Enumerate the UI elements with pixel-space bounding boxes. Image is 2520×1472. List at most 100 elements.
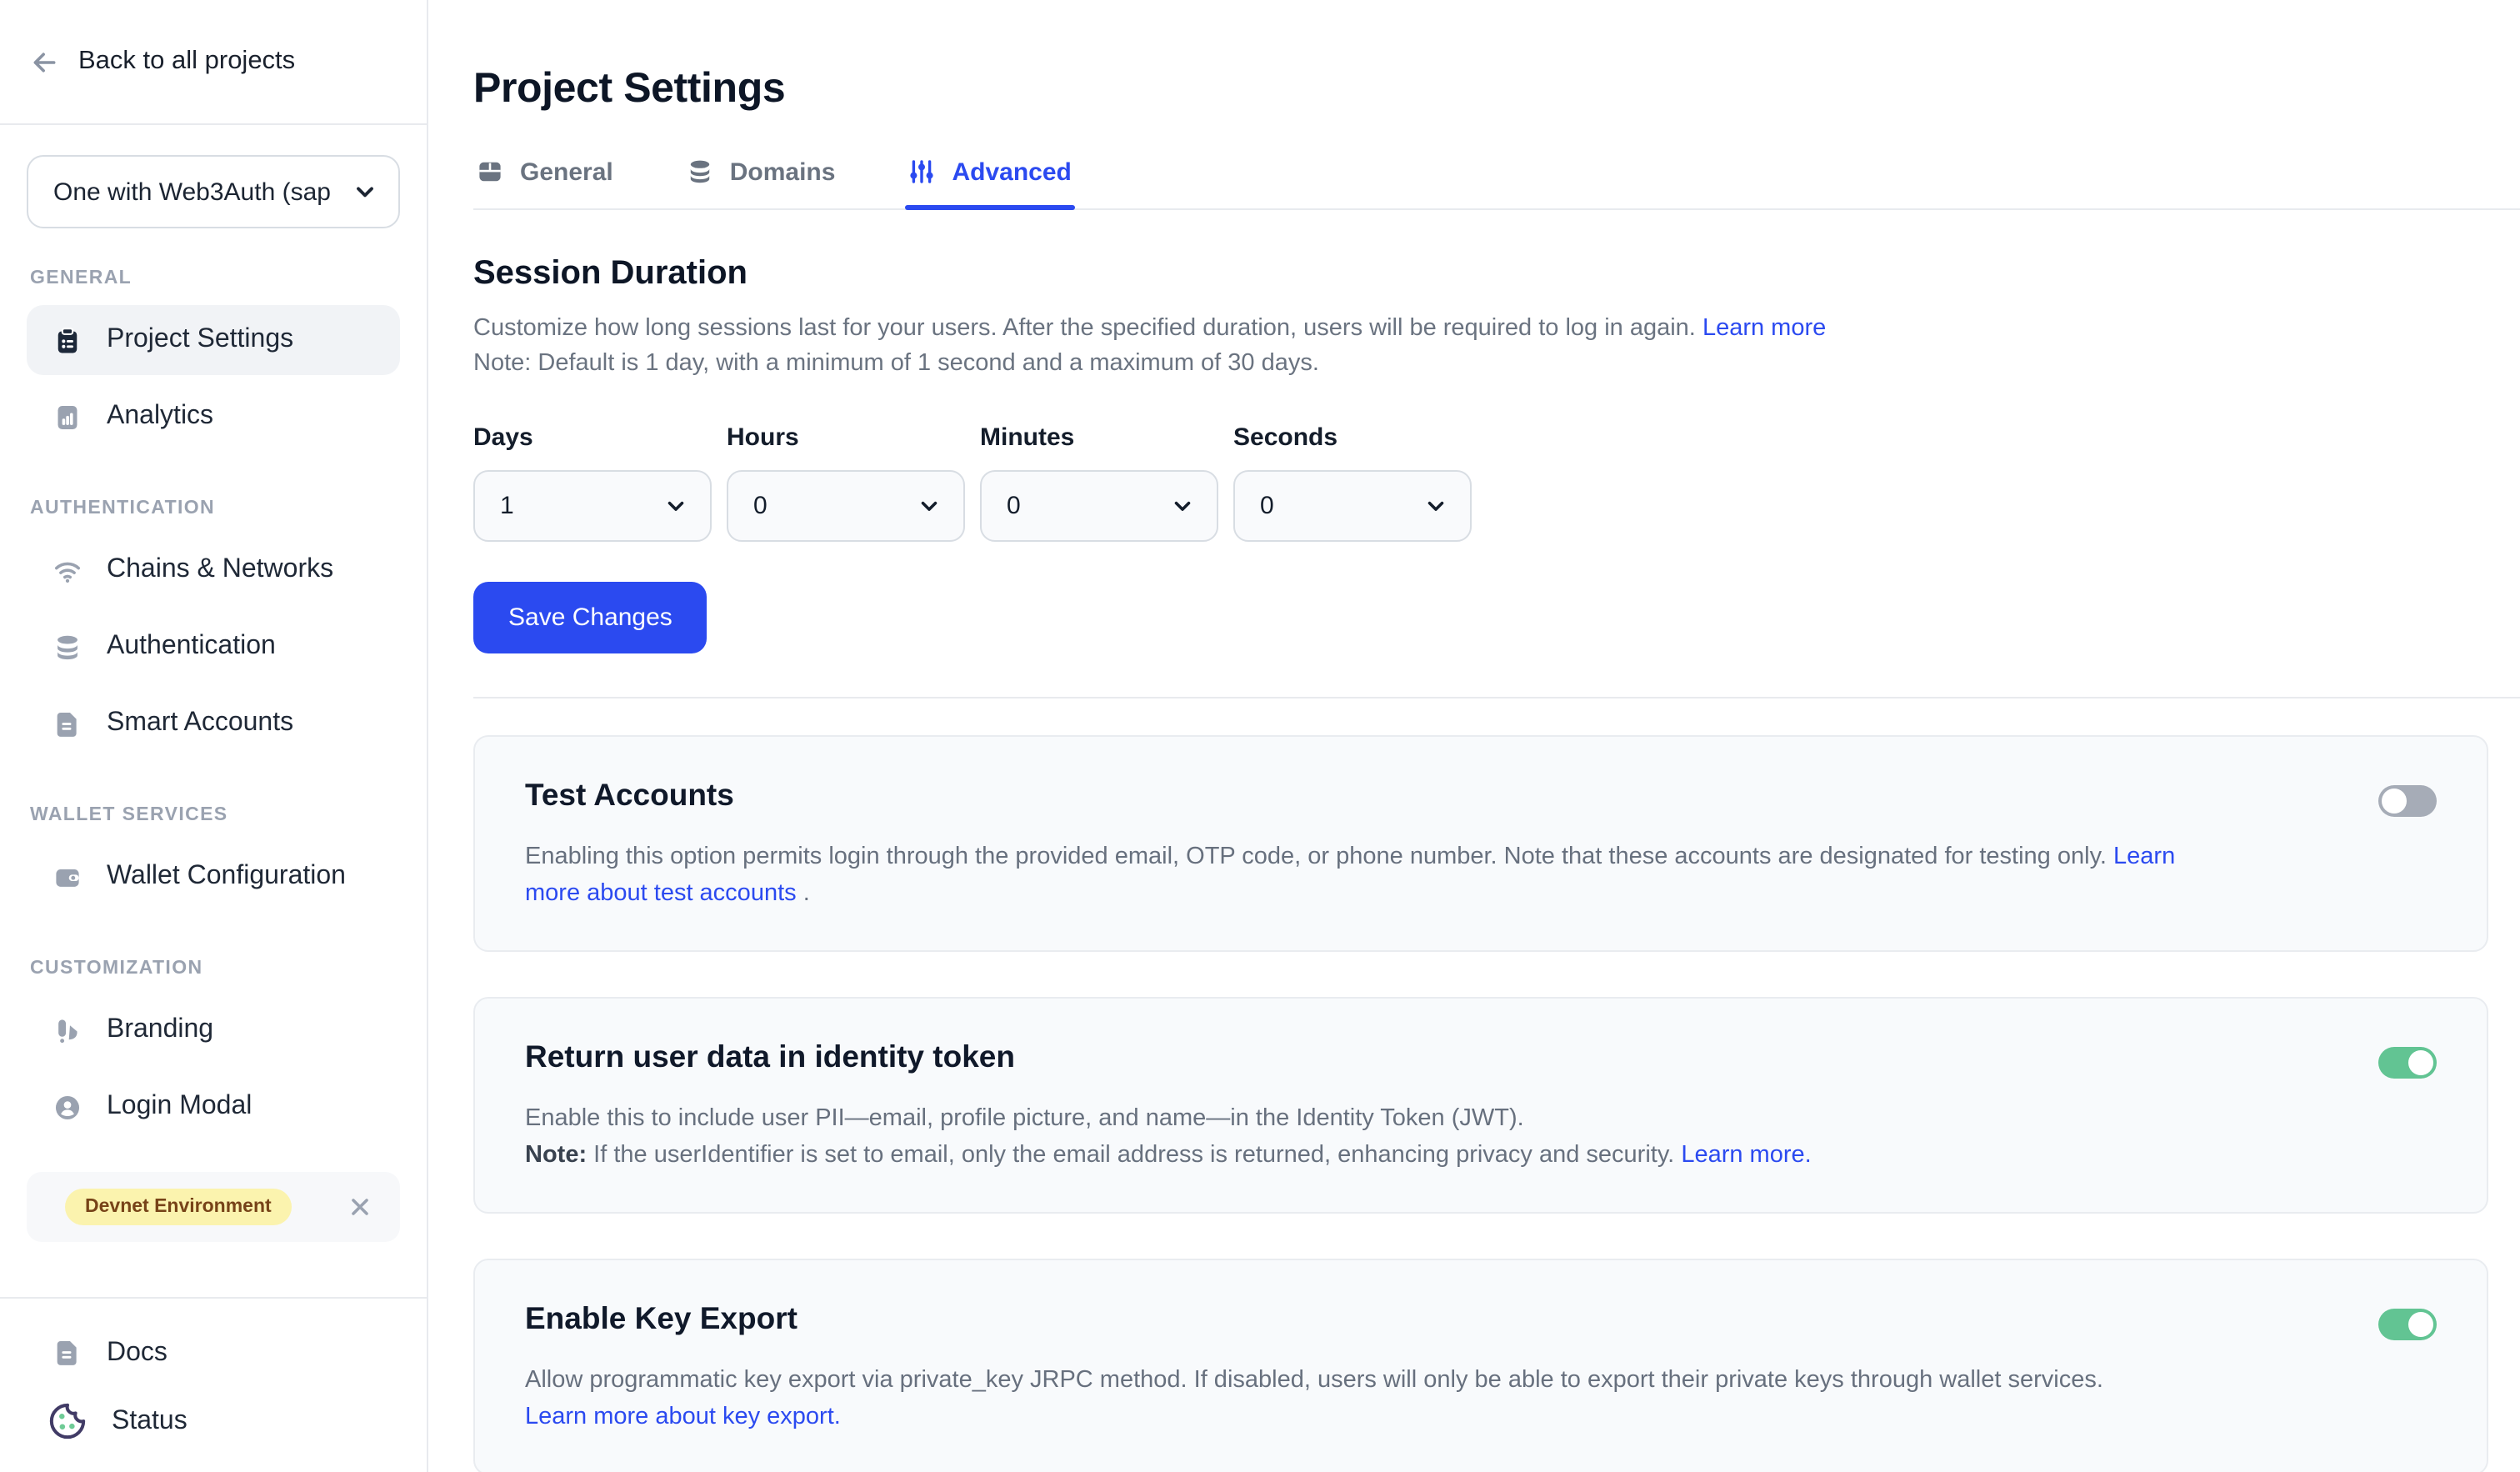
seconds-select[interactable]: 0 bbox=[1233, 470, 1472, 542]
environment-badge: Devnet Environment bbox=[65, 1189, 292, 1225]
card-body-line2: Note: If the userIdentifier is set to em… bbox=[525, 1137, 2192, 1174]
toggle-knob bbox=[2408, 1312, 2433, 1337]
sliders-icon bbox=[908, 158, 935, 185]
tab-bar: General Domains Advanced bbox=[473, 154, 2520, 209]
app-window: Back to all projects One with Web3Auth (… bbox=[0, 0, 2520, 1472]
cookie-status-icon bbox=[48, 1402, 87, 1440]
sidebar-item-chains-networks[interactable]: Chains & Networks bbox=[27, 535, 400, 605]
days-field: Days 1 bbox=[473, 423, 712, 542]
card-body-line1: Allow programmatic key export via privat… bbox=[525, 1362, 2192, 1399]
section-label-customization: CUSTOMIZATION bbox=[30, 959, 400, 979]
tab-general[interactable]: General bbox=[473, 154, 617, 208]
back-label: Back to all projects bbox=[78, 47, 295, 77]
card-body-suffix: . bbox=[797, 880, 810, 907]
sidebar-item-wallet-configuration[interactable]: Wallet Configuration bbox=[27, 842, 400, 912]
note-label: Note: bbox=[525, 1142, 587, 1169]
sidebar-item-label: Smart Accounts bbox=[107, 708, 293, 739]
chevron-down-icon bbox=[1423, 493, 1448, 518]
sidebar-item-label: Login Modal bbox=[107, 1092, 252, 1122]
sidebar: Back to all projects One with Web3Auth (… bbox=[0, 0, 428, 1472]
learn-more-key-export-link[interactable]: Learn more about key export. bbox=[525, 1404, 841, 1430]
session-description-text: Customize how long sessions last for you… bbox=[473, 314, 1702, 341]
project-selector[interactable]: One with Web3Auth (sap bbox=[27, 155, 400, 228]
sidebar-item-authentication[interactable]: Authentication bbox=[27, 612, 400, 682]
footer-item-label: Status bbox=[112, 1406, 188, 1436]
chevron-down-icon bbox=[663, 493, 688, 518]
sidebar-item-smart-accounts[interactable]: Smart Accounts bbox=[27, 688, 400, 759]
table-icon bbox=[477, 158, 503, 185]
document-icon bbox=[53, 1339, 82, 1367]
wifi-icon bbox=[53, 556, 82, 584]
tab-advanced[interactable]: Advanced bbox=[905, 154, 1074, 208]
seconds-value: 0 bbox=[1260, 492, 1274, 520]
chevron-down-icon bbox=[352, 178, 378, 205]
sidebar-item-label: Wallet Configuration bbox=[107, 862, 346, 892]
document-icon bbox=[53, 709, 82, 738]
card-body: Enabling this option permits login throu… bbox=[525, 839, 2192, 912]
hours-field: Hours 0 bbox=[727, 423, 965, 542]
card-title: Enable Key Export bbox=[525, 1300, 2437, 1337]
project-selector-value: One with Web3Auth (sap bbox=[53, 178, 342, 206]
identity-token-toggle[interactable] bbox=[2378, 1047, 2437, 1079]
back-to-projects-link[interactable]: Back to all projects bbox=[0, 0, 427, 125]
sidebar-item-branding[interactable]: Branding bbox=[27, 995, 400, 1065]
sidebar-item-status[interactable]: Status bbox=[27, 1387, 400, 1455]
user-circle-icon bbox=[53, 1093, 82, 1121]
seconds-field: Seconds 0 bbox=[1233, 423, 1472, 542]
learn-more-link[interactable]: Learn more bbox=[1702, 314, 1826, 341]
minutes-label: Minutes bbox=[980, 423, 1218, 452]
section-label-authentication: AUTHENTICATION bbox=[30, 498, 400, 518]
card-body: Enable this to include user PII—email, p… bbox=[525, 1100, 2192, 1174]
card-title: Return user data in identity token bbox=[525, 1039, 2437, 1075]
sidebar-item-label: Project Settings bbox=[107, 325, 293, 355]
sidebar-nav: One with Web3Auth (sap GENERAL Project S… bbox=[0, 125, 427, 1297]
hours-select[interactable]: 0 bbox=[727, 470, 965, 542]
chevron-down-icon bbox=[1170, 493, 1195, 518]
back-arrow-icon bbox=[30, 48, 58, 76]
days-select[interactable]: 1 bbox=[473, 470, 712, 542]
sidebar-item-project-settings[interactable]: Project Settings bbox=[27, 305, 400, 375]
key-export-toggle[interactable] bbox=[2378, 1309, 2437, 1340]
section-label-general: GENERAL bbox=[30, 268, 400, 288]
identity-token-card: Return user data in identity token Enabl… bbox=[473, 997, 2488, 1214]
key-export-card: Enable Key Export Allow programmatic key… bbox=[473, 1259, 2488, 1472]
sidebar-item-login-modal[interactable]: Login Modal bbox=[27, 1072, 400, 1142]
session-note: Note: Default is 1 day, with a minimum o… bbox=[473, 348, 2520, 384]
sidebar-item-docs[interactable]: Docs bbox=[27, 1319, 400, 1387]
branding-icon bbox=[53, 1016, 82, 1044]
minutes-select[interactable]: 0 bbox=[980, 470, 1218, 542]
sidebar-item-label: Analytics bbox=[107, 402, 213, 432]
duration-fields: Days 1 Hours 0 Minutes 0 bbox=[473, 423, 2520, 542]
test-accounts-toggle[interactable] bbox=[2378, 785, 2437, 817]
toggle-knob bbox=[2382, 789, 2407, 814]
save-changes-button[interactable]: Save Changes bbox=[473, 582, 708, 653]
clipboard-icon bbox=[53, 326, 82, 354]
section-label-wallet-services: WALLET SERVICES bbox=[30, 805, 400, 825]
session-duration-description: Customize how long sessions last for you… bbox=[473, 311, 2520, 383]
sidebar-item-label: Chains & Networks bbox=[107, 555, 333, 585]
tab-label: Advanced bbox=[952, 158, 1071, 186]
tab-label: General bbox=[520, 158, 613, 186]
divider bbox=[473, 697, 2520, 698]
learn-more-identity-link[interactable]: Learn more. bbox=[1681, 1142, 1811, 1169]
sidebar-item-label: Branding bbox=[107, 1015, 213, 1045]
toggle-knob bbox=[2408, 1050, 2433, 1075]
sidebar-item-analytics[interactable]: Analytics bbox=[27, 382, 400, 452]
analytics-icon bbox=[53, 403, 82, 431]
chevron-down-icon bbox=[917, 493, 942, 518]
card-title: Test Accounts bbox=[525, 777, 2437, 814]
tab-domains[interactable]: Domains bbox=[683, 154, 839, 208]
days-label: Days bbox=[473, 423, 712, 452]
card-body-text: Enabling this option permits login throu… bbox=[525, 844, 2113, 870]
close-icon[interactable] bbox=[343, 1190, 377, 1224]
sidebar-footer: Docs Status bbox=[0, 1297, 427, 1472]
days-value: 1 bbox=[500, 492, 514, 520]
tab-label: Domains bbox=[730, 158, 836, 186]
main-content: Project Settings General Domains Advance… bbox=[428, 0, 2520, 1472]
minutes-field: Minutes 0 bbox=[980, 423, 1218, 542]
hours-value: 0 bbox=[753, 492, 768, 520]
card-body-line1: Enable this to include user PII—email, p… bbox=[525, 1100, 2192, 1137]
hours-label: Hours bbox=[727, 423, 965, 452]
note-text: If the userIdentifier is set to email, o… bbox=[587, 1142, 1681, 1169]
seconds-label: Seconds bbox=[1233, 423, 1472, 452]
